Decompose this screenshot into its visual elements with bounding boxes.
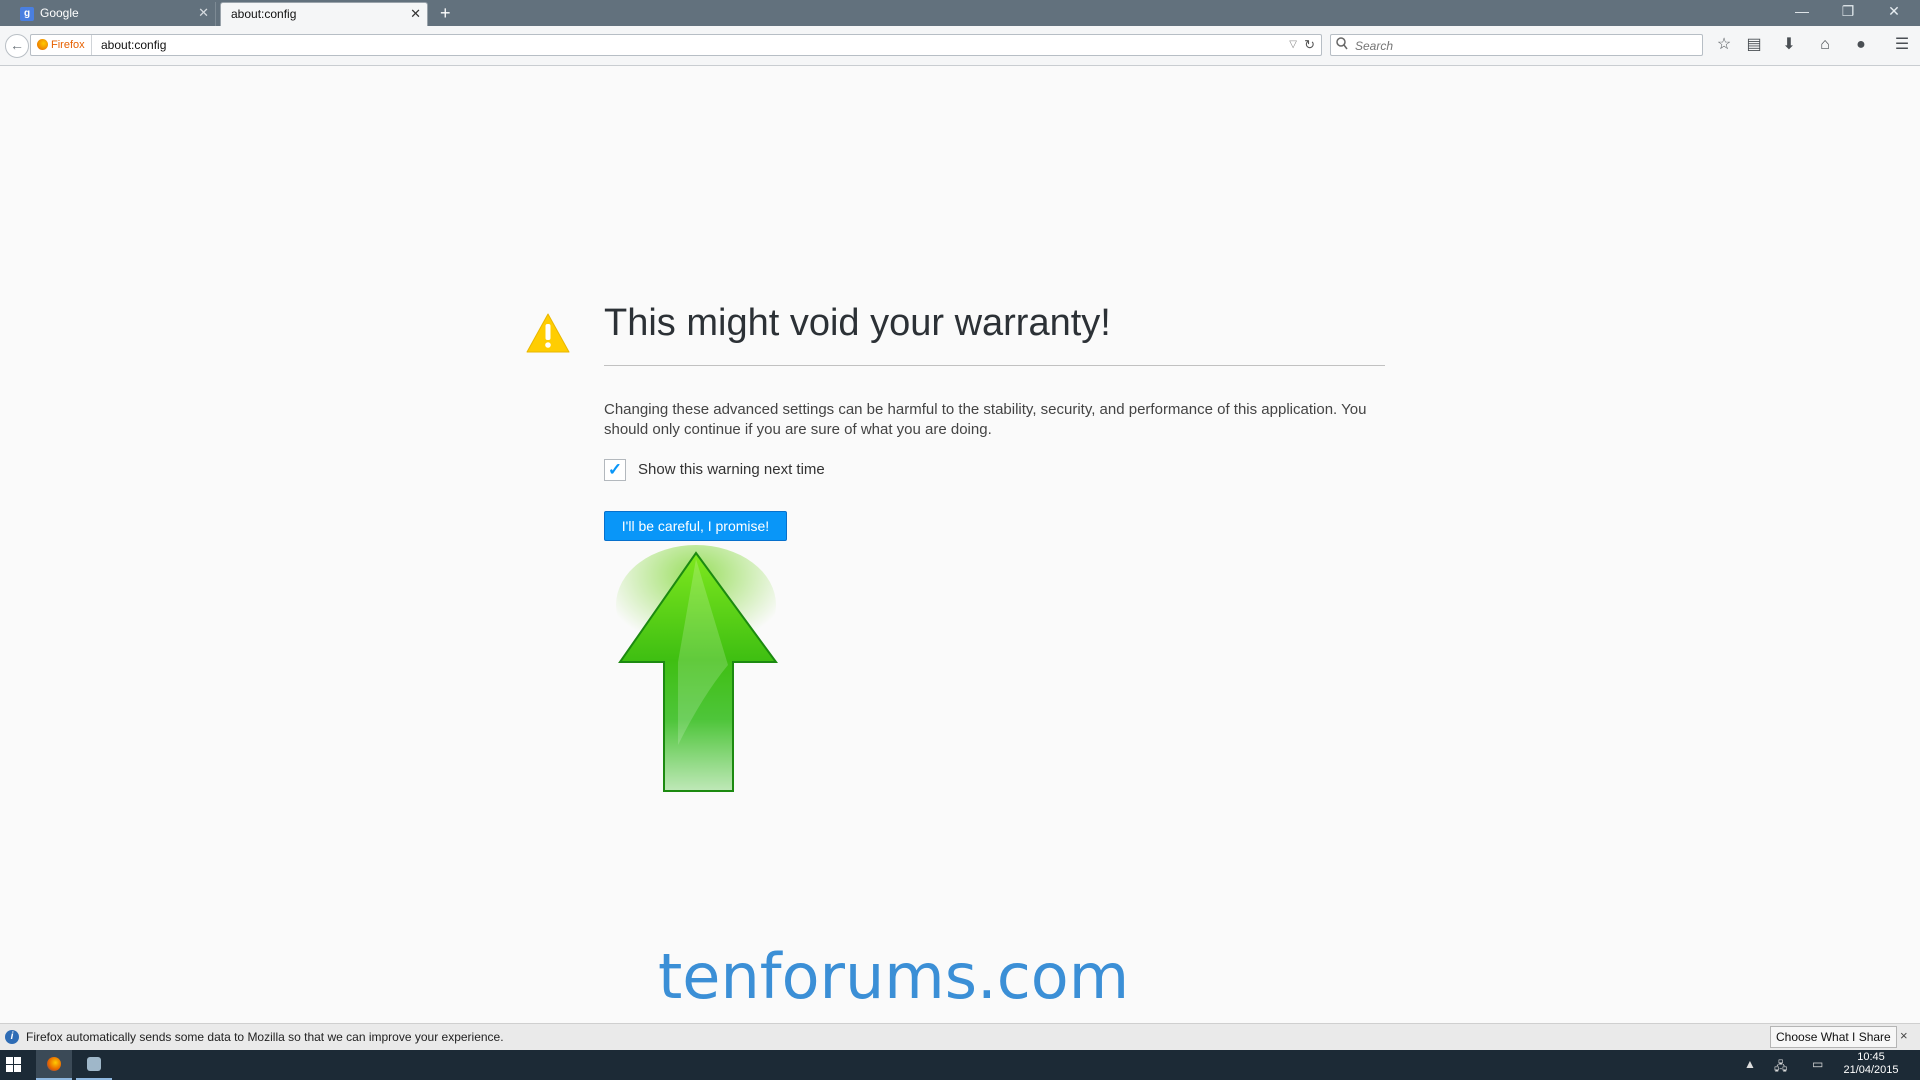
network-icon[interactable]: 🖧 [1774, 1057, 1787, 1078]
back-button[interactable]: ← [5, 34, 29, 58]
taskbar: ▲ 🖧 ▭ 10:45 21/04/2015 [0, 1050, 1920, 1080]
tab-label: about:config [231, 7, 297, 21]
tab-strip: g Google ✕ about:config ✕ + — ❐ ✕ [0, 0, 1920, 26]
firefox-icon [37, 39, 48, 50]
green-arrow-icon [616, 545, 778, 792]
clock-time: 10:45 [1857, 1051, 1885, 1063]
url-text[interactable]: about:config [101, 35, 166, 55]
identity-box[interactable]: Firefox [35, 35, 92, 55]
reload-icon[interactable]: ↻ [1304, 35, 1315, 55]
windows-start-icon[interactable] [6, 1057, 22, 1073]
history-dropdown-icon[interactable]: ▽ [1289, 35, 1297, 55]
search-icon [1336, 37, 1348, 50]
data-reporting-notification: i Firefox automatically sends some data … [0, 1023, 1920, 1050]
watermark-text: tenforums.com [658, 940, 1130, 1013]
home-icon[interactable]: ⌂ [1814, 35, 1836, 57]
warning-icon [526, 313, 570, 353]
bookmarks-menu-icon[interactable]: ▤ [1743, 35, 1765, 57]
restore-button[interactable]: ❐ [1830, 0, 1866, 24]
warning-description: Changing these advanced settings can be … [604, 401, 1367, 438]
show-warning-checkbox[interactable]: ✓ [604, 459, 626, 481]
notification-text: Firefox automatically sends some data to… [26, 1030, 504, 1044]
title-divider [604, 365, 1385, 366]
tray-expand-icon[interactable]: ▲ [1744, 1057, 1756, 1071]
show-warning-label[interactable]: Show this warning next time [638, 461, 825, 478]
tab-about-config[interactable]: about:config ✕ [220, 2, 428, 26]
confirm-careful-button[interactable]: I'll be careful, I promise! [604, 511, 787, 541]
app-taskbar-icon [87, 1057, 101, 1071]
bookmark-star-icon[interactable]: ☆ [1713, 35, 1735, 57]
notification-close-icon[interactable]: × [1900, 1028, 1908, 1043]
search-bar[interactable] [1330, 34, 1703, 56]
action-center-icon[interactable]: ▭ [1812, 1057, 1823, 1071]
identity-label: Firefox [51, 39, 85, 51]
choose-what-i-share-button[interactable]: Choose What I Share [1770, 1026, 1897, 1048]
page-title: This might void your warranty! [604, 302, 1111, 344]
taskbar-app[interactable] [76, 1050, 112, 1080]
chat-icon[interactable]: ● [1850, 35, 1872, 57]
firefox-taskbar-icon [47, 1057, 61, 1071]
tab-label: Google [40, 6, 79, 20]
new-tab-button[interactable]: + [440, 1, 451, 25]
tab-google[interactable]: g Google ✕ [16, 2, 216, 26]
taskbar-firefox[interactable] [36, 1050, 72, 1080]
menu-icon[interactable]: ☰ [1891, 35, 1913, 57]
tab-close-icon[interactable]: ✕ [198, 2, 209, 24]
navigation-toolbar: ← Firefox about:config ▽ ↻ ☆ ▤ ⬇ ⌂ ● ☰ [0, 26, 1920, 66]
google-favicon-icon: g [20, 7, 34, 21]
minimize-button[interactable]: — [1784, 0, 1820, 24]
clock-date: 21/04/2015 [1843, 1064, 1899, 1076]
info-icon: i [5, 1030, 19, 1044]
search-input[interactable] [1353, 36, 1697, 56]
url-bar[interactable]: Firefox about:config ▽ ↻ [30, 34, 1322, 56]
system-clock[interactable]: 10:45 21/04/2015 [1838, 1051, 1904, 1077]
downloads-icon[interactable]: ⬇ [1778, 35, 1800, 57]
tab-close-icon[interactable]: ✕ [410, 3, 421, 25]
window-close-button[interactable]: ✕ [1876, 0, 1912, 24]
